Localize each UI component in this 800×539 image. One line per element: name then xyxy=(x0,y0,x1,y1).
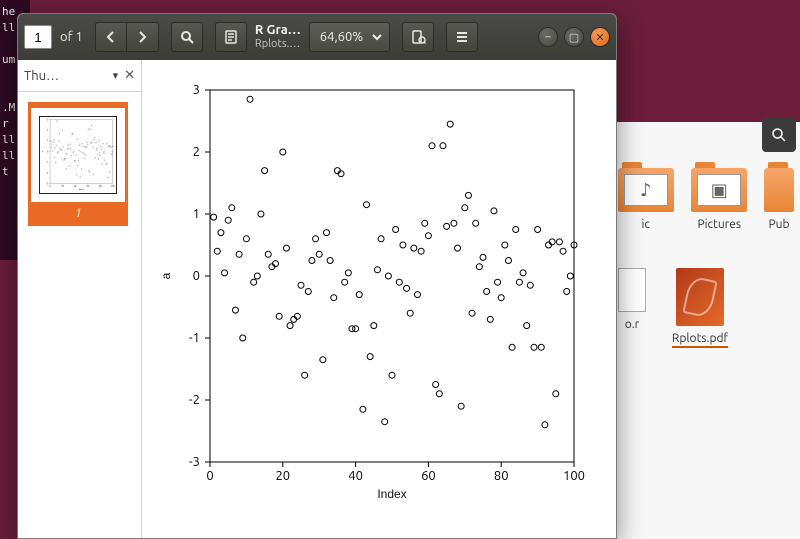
minimize-button[interactable]: – xyxy=(538,27,558,47)
zoom-selector[interactable]: 64,60% xyxy=(309,22,390,52)
folder-label: Pub xyxy=(768,218,789,231)
svg-text:-1: -1 xyxy=(46,162,48,164)
file-manager-panel: ♪ ic ▣ Pictures Pub o.r Rplots.pdf xyxy=(610,122,800,539)
file-text[interactable]: o.r xyxy=(617,268,647,348)
sidebar-mode-selector[interactable]: Thu… ▾ ✕ xyxy=(18,60,141,92)
svg-text:Index: Index xyxy=(377,487,406,501)
folder-public[interactable]: Pub xyxy=(764,168,794,231)
document-viewer-window: of 1 R Gra… Rplots.… 64,60% xyxy=(17,13,617,539)
svg-text:40: 40 xyxy=(348,469,363,483)
files-grid-row1: ♪ ic ▣ Pictures Pub xyxy=(611,162,800,237)
svg-text:1: 1 xyxy=(193,207,200,221)
maximize-button[interactable]: ▢ xyxy=(564,27,584,47)
pdf-page: 0 20 40 60 80 100 -3 -2 -1 0 1 2 3 Index a xyxy=(152,80,592,510)
svg-text:-3: -3 xyxy=(189,455,200,469)
svg-text:0: 0 xyxy=(206,469,213,483)
page-canvas[interactable]: 0 20 40 60 80 100 -3 -2 -1 0 1 2 3 Index a xyxy=(142,60,616,538)
chevron-down-icon xyxy=(371,31,383,43)
pdf-icon xyxy=(676,268,724,326)
svg-text:-2: -2 xyxy=(189,393,200,407)
next-page-button[interactable] xyxy=(127,22,159,52)
svg-text:20: 20 xyxy=(61,186,64,188)
thumbnail-preview: 0 20 40 60 80 100 -3 -2 -1 0 1 2 3 Index a xyxy=(31,108,125,202)
svg-text:0: 0 xyxy=(193,269,200,283)
svg-text:80: 80 xyxy=(99,186,102,188)
svg-text:3: 3 xyxy=(193,83,200,97)
doc-subtitle: Rplots.… xyxy=(255,37,301,51)
find-button[interactable] xyxy=(171,22,203,52)
page-number-input[interactable] xyxy=(24,25,52,49)
sidebar-mode-label: Thu… xyxy=(24,69,107,83)
file-label: Rplots.pdf xyxy=(672,332,728,348)
titlebar: of 1 R Gra… Rplots.… 64,60% xyxy=(18,14,616,60)
files-search-button[interactable] xyxy=(762,118,796,152)
svg-text:40: 40 xyxy=(74,186,77,188)
svg-text:2: 2 xyxy=(47,130,49,132)
svg-text:-1: -1 xyxy=(189,331,200,345)
close-button[interactable]: ✕ xyxy=(590,27,610,47)
thumbnail-page-number: 1 xyxy=(75,205,82,223)
page-thumbnail-1[interactable]: 0 20 40 60 80 100 -3 -2 -1 0 1 2 3 Index a 1 xyxy=(28,102,128,226)
chevron-down-icon: ▾ xyxy=(113,69,119,82)
hamburger-menu-button[interactable] xyxy=(446,22,478,52)
doc-title: R Gra… xyxy=(255,23,301,37)
svg-text:0: 0 xyxy=(49,186,51,188)
svg-text:a: a xyxy=(159,272,173,279)
svg-text:80: 80 xyxy=(494,469,509,483)
file-label: o.r xyxy=(625,318,639,331)
scatter-plot: 0 20 40 60 80 100 -3 -2 -1 0 1 2 3 Index a xyxy=(152,80,592,510)
folder-pictures[interactable]: ▣ Pictures xyxy=(691,168,749,231)
thumbnails-sidebar: Thu… ▾ ✕ 0 20 40 60 80 100 -3 -2 -1 0 1 2 3 Index a 1 xyxy=(18,60,142,538)
svg-text:a: a xyxy=(42,150,44,152)
svg-text:100: 100 xyxy=(111,186,116,188)
svg-text:3: 3 xyxy=(47,119,49,121)
file-rplots-pdf[interactable]: Rplots.pdf xyxy=(663,268,737,348)
svg-text:100: 100 xyxy=(563,469,585,483)
svg-text:2: 2 xyxy=(193,145,200,159)
svg-text:0: 0 xyxy=(47,151,49,153)
document-properties-button[interactable] xyxy=(402,22,434,52)
svg-text:1: 1 xyxy=(47,141,48,143)
svg-text:-2: -2 xyxy=(46,173,49,175)
zoom-label: 64,60% xyxy=(320,30,363,44)
svg-text:60: 60 xyxy=(86,186,89,188)
svg-text:20: 20 xyxy=(275,469,290,483)
window-controls: – ▢ ✕ xyxy=(538,27,610,47)
annotations-button[interactable] xyxy=(215,22,247,52)
window-title: R Gra… Rplots.… xyxy=(251,23,305,51)
page-total-label: of 1 xyxy=(60,30,83,44)
svg-text:Index: Index xyxy=(79,189,85,191)
folder-label: ic xyxy=(642,218,651,231)
folder-label: Pictures xyxy=(697,218,741,231)
svg-text:-3: -3 xyxy=(46,184,49,186)
page-nav-group xyxy=(95,22,159,52)
files-grid-row2: o.r Rplots.pdf xyxy=(611,262,800,354)
sidebar-close-button[interactable]: ✕ xyxy=(124,68,135,83)
prev-page-button[interactable] xyxy=(95,22,127,52)
folder-music[interactable]: ♪ ic xyxy=(617,168,675,231)
svg-text:60: 60 xyxy=(421,469,436,483)
